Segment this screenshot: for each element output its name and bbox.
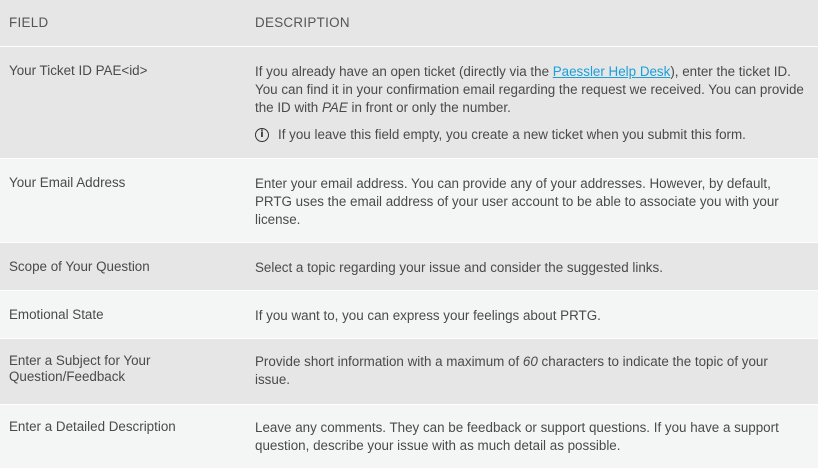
field-name: Your Ticket ID PAE<id> bbox=[9, 63, 148, 78]
info-note: i If you leave this field empty, you cre… bbox=[255, 126, 806, 144]
description-text: in front or only the number. bbox=[347, 100, 511, 115]
table-row: Your Ticket ID PAE<id> If you already ha… bbox=[0, 47, 818, 159]
table-row: Emotional State If you want to, you can … bbox=[0, 291, 818, 339]
description-text: Provide short information with a maximum… bbox=[255, 354, 523, 369]
info-icon: i bbox=[255, 128, 269, 142]
field-name: Scope of Your Question bbox=[9, 259, 150, 274]
field-name: Enter a Subject for Your Question/Feedba… bbox=[9, 353, 151, 384]
field-description: Provide short information with a maximum… bbox=[246, 353, 818, 404]
header-description: DESCRIPTION bbox=[255, 15, 350, 30]
paessler-help-desk-link[interactable]: Paessler Help Desk bbox=[553, 64, 671, 79]
field-description: Select a topic regarding your issue and … bbox=[255, 260, 663, 275]
field-description: Leave any comments. They can be feedback… bbox=[255, 420, 779, 453]
field-name: Enter a Detailed Description bbox=[9, 419, 176, 434]
description-emphasis: PAE bbox=[321, 100, 348, 115]
table-row: Enter a Detailed Description Leave any c… bbox=[0, 405, 818, 469]
field-description: Enter your email address. You can provid… bbox=[255, 176, 779, 227]
table-row: Scope of Your Question Select a topic re… bbox=[0, 243, 818, 291]
description-text: If you already have an open ticket (dire… bbox=[255, 64, 553, 79]
field-name: Emotional State bbox=[9, 307, 104, 322]
header-field: FIELD bbox=[9, 15, 49, 30]
info-note-text: If you leave this field empty, you creat… bbox=[278, 127, 746, 142]
field-description-table: FIELD DESCRIPTION Your Ticket ID PAE<id>… bbox=[0, 0, 818, 469]
field-description: If you want to, you can express your fee… bbox=[255, 308, 601, 323]
description-emphasis: 60 bbox=[522, 354, 538, 369]
field-description: If you already have an open ticket (dire… bbox=[246, 63, 818, 158]
table-header-row: FIELD DESCRIPTION bbox=[0, 0, 818, 47]
table-row: Enter a Subject for Your Question/Feedba… bbox=[0, 339, 818, 405]
table-row: Your Email Address Enter your email addr… bbox=[0, 159, 818, 243]
field-name: Your Email Address bbox=[9, 175, 126, 190]
